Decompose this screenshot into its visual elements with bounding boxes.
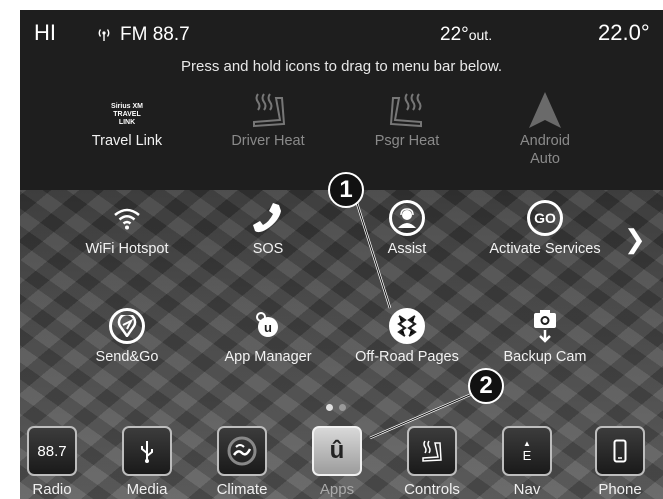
compass-icon: ▲ E xyxy=(502,426,552,476)
menu-nav[interactable]: ▲ E Nav xyxy=(487,426,567,498)
app-send-and-go[interactable]: Send&Go xyxy=(62,304,192,366)
logo-line-1: Sirius XM xyxy=(111,103,143,110)
app-label: Activate Services xyxy=(489,241,601,257)
app-label: SOS xyxy=(252,241,284,257)
compass-heading: E xyxy=(522,447,532,463)
radio-icon: 88.7 xyxy=(27,426,77,476)
go-icon: GO xyxy=(527,200,563,236)
climate-setpoint[interactable]: 22.0° xyxy=(598,20,650,46)
android-auto-icon xyxy=(529,92,561,128)
page-dot-current xyxy=(326,404,333,411)
app-app-manager[interactable]: u App Manager xyxy=(203,304,333,366)
hi-indicator[interactable]: HI xyxy=(34,20,56,46)
app-psgr-heat[interactable]: Psgr Heat xyxy=(342,88,472,150)
menu-label: Nav xyxy=(513,481,541,498)
app-label: Send&Go xyxy=(95,349,159,365)
app-label: Backup Cam xyxy=(503,349,587,365)
menu-label: Climate xyxy=(216,481,268,498)
status-bar: HI FM 88.7 22°out. 22.0° xyxy=(20,10,663,54)
page-dot xyxy=(339,404,346,411)
send-and-go-icon xyxy=(109,308,145,344)
menu-phone[interactable]: Phone xyxy=(580,426,660,498)
menu-label: Media xyxy=(126,481,168,498)
app-sos[interactable]: SOS xyxy=(203,196,333,258)
app-label: Psgr Heat xyxy=(374,133,440,149)
app-activate-services[interactable]: GO Activate Services xyxy=(480,196,610,258)
logo-line-2: TRAVEL xyxy=(113,111,141,118)
callout-1: 1 xyxy=(328,172,364,208)
page-indicator xyxy=(326,404,346,411)
app-travel-link[interactable]: Sirius XM TRAVEL LINK Travel Link xyxy=(62,88,192,150)
app-assist[interactable]: Assist xyxy=(342,196,472,258)
backup-camera-icon xyxy=(534,310,556,343)
menu-label: Radio xyxy=(32,481,72,498)
controls-icon xyxy=(407,426,457,476)
menu-bar: 88.7 Radio Media Climate û Apps Controls xyxy=(20,422,663,499)
app-off-road-pages[interactable]: Off-Road Pages xyxy=(342,304,472,366)
radio-station-label: FM 88.7 xyxy=(120,24,190,45)
menu-media[interactable]: Media xyxy=(107,426,187,498)
menu-apps[interactable]: û Apps xyxy=(297,426,377,498)
assist-person-icon xyxy=(389,200,425,236)
infotainment-screen: HI FM 88.7 22°out. 22.0° Press and hold … xyxy=(20,10,663,499)
heated-seat-icon xyxy=(389,93,422,128)
outside-temp-suffix: out. xyxy=(468,27,493,43)
menu-label: Controls xyxy=(404,481,460,498)
menu-label: Apps xyxy=(319,481,355,498)
menu-climate[interactable]: Climate xyxy=(202,426,282,498)
menu-radio[interactable]: 88.7 Radio xyxy=(20,426,92,498)
callout-2: 2 xyxy=(468,368,504,404)
svg-text:u: u xyxy=(264,320,272,335)
app-backup-cam[interactable]: Backup Cam xyxy=(480,304,610,366)
app-label: App Manager xyxy=(224,349,312,365)
app-label: Assist xyxy=(387,241,427,257)
heated-seat-icon xyxy=(253,93,286,128)
phone-handset-icon xyxy=(253,203,281,233)
radio-status[interactable]: FM 88.7 xyxy=(96,24,190,46)
apps-u-icon: û xyxy=(312,426,362,476)
app-wifi-hotspot[interactable]: WiFi Hotspot xyxy=(62,196,192,258)
outside-temperature: 22°out. xyxy=(440,24,492,46)
logo-line-3: LINK xyxy=(118,119,136,126)
app-android-auto[interactable]: Android Auto xyxy=(480,88,610,168)
menu-controls[interactable]: Controls xyxy=(392,426,472,498)
app-driver-heat[interactable]: Driver Heat xyxy=(203,88,333,150)
siriusxm-travel-link-logo: Sirius XM TRAVEL LINK xyxy=(111,103,143,127)
menu-label: Phone xyxy=(598,481,642,498)
wifi-icon xyxy=(114,208,140,230)
app-manager-icon: u xyxy=(256,312,278,337)
broadcast-icon xyxy=(98,29,110,41)
compass-arrow: ▲ xyxy=(523,438,531,448)
tire-tread-icon xyxy=(389,308,425,344)
app-label: Driver Heat xyxy=(231,133,305,149)
app-label: Off-Road Pages xyxy=(355,349,459,365)
climate-icon xyxy=(217,426,267,476)
drag-instruction: Press and hold icons to drag to menu bar… xyxy=(180,58,503,75)
app-label: WiFi Hotspot xyxy=(85,241,169,257)
outside-temp-value: 22° xyxy=(440,24,469,45)
app-label: Travel Link xyxy=(91,133,163,149)
phone-icon xyxy=(595,426,645,476)
next-page-arrow[interactable]: ❯ xyxy=(624,224,646,255)
app-label: Android Auto xyxy=(520,133,570,167)
usb-icon xyxy=(122,426,172,476)
